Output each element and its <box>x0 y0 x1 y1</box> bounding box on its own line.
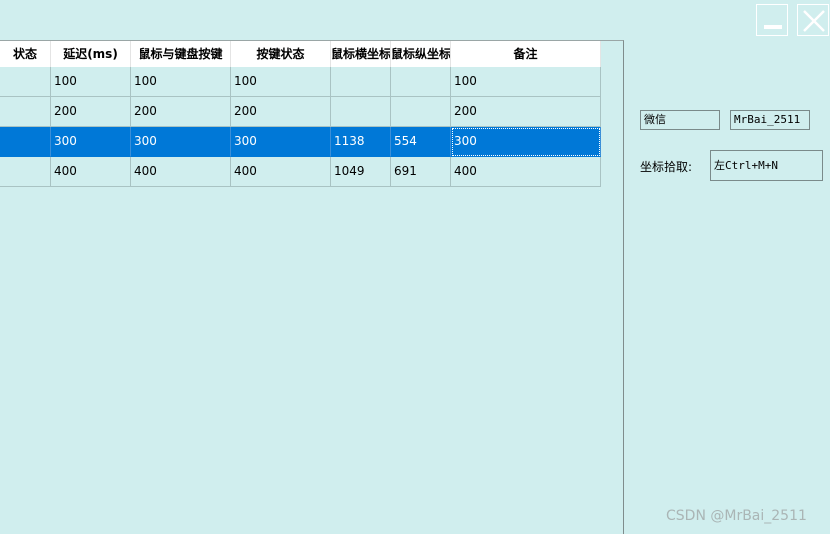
table-row[interactable]: 400 400 400 1049 691 400 <box>0 157 601 187</box>
cell-note[interactable]: 200 <box>451 97 601 127</box>
header-note[interactable]: 备注 <box>451 41 601 67</box>
cell-mouse-x[interactable]: 1049 <box>331 157 391 187</box>
minimize-button[interactable] <box>756 4 788 36</box>
cell-key-state[interactable]: 300 <box>231 127 331 157</box>
cell-mouse-x[interactable]: 1138 <box>331 127 391 157</box>
cell-status[interactable] <box>0 67 51 97</box>
cell-mouse-y[interactable] <box>391 67 451 97</box>
cell-note[interactable]: 400 <box>451 157 601 187</box>
side-panel: 微信 MrBai_2511 坐标拾取: 左Ctrl+M+N <box>630 40 830 534</box>
cell-mouse-x[interactable] <box>331 67 391 97</box>
wechat-label-box[interactable]: 微信 <box>640 110 720 130</box>
grid-rows: 100 100 100 100 200 200 200 200 300 300 … <box>0 67 601 187</box>
cell-note[interactable]: 300 <box>451 127 601 157</box>
header-key[interactable]: 鼠标与键盘按键 <box>131 41 231 67</box>
cell-key[interactable]: 300 <box>131 127 231 157</box>
cell-key[interactable]: 100 <box>131 67 231 97</box>
cell-delay[interactable]: 100 <box>51 67 131 97</box>
close-button[interactable] <box>797 4 829 36</box>
cell-delay[interactable]: 300 <box>51 127 131 157</box>
coordinate-pick-label: 坐标拾取: <box>640 160 693 174</box>
cell-note[interactable]: 100 <box>451 67 601 97</box>
grid-header: 状态 延迟(ms) 鼠标与键盘按键 按键状态 鼠标横坐标 鼠标纵坐标 备注 <box>0 41 601 67</box>
cell-mouse-y[interactable]: 691 <box>391 157 451 187</box>
table-row[interactable]: 100 100 100 100 <box>0 67 601 97</box>
wechat-id-box[interactable]: MrBai_2511 <box>730 110 810 130</box>
cell-mouse-x[interactable] <box>331 97 391 127</box>
coordinate-pick-hotkey[interactable]: 左Ctrl+M+N <box>710 150 823 181</box>
cell-mouse-y[interactable]: 554 <box>391 127 451 157</box>
header-delay[interactable]: 延迟(ms) <box>51 41 131 67</box>
cell-key-state[interactable]: 200 <box>231 97 331 127</box>
action-grid[interactable]: 状态 延迟(ms) 鼠标与键盘按键 按键状态 鼠标横坐标 鼠标纵坐标 备注 10… <box>0 40 624 534</box>
cell-key[interactable]: 200 <box>131 97 231 127</box>
cell-delay[interactable]: 400 <box>51 157 131 187</box>
minimize-icon <box>764 25 782 29</box>
cell-mouse-y[interactable] <box>391 97 451 127</box>
header-mouse-y[interactable]: 鼠标纵坐标 <box>391 41 451 67</box>
cell-key-state[interactable]: 100 <box>231 67 331 97</box>
watermark: CSDN @MrBai_2511 <box>666 508 807 524</box>
header-status[interactable]: 状态 <box>0 41 51 67</box>
header-mouse-x[interactable]: 鼠标横坐标 <box>331 41 391 67</box>
cell-status[interactable] <box>0 127 51 157</box>
table-row-selected[interactable]: 300 300 300 1138 554 300 <box>0 127 601 157</box>
cell-key[interactable]: 400 <box>131 157 231 187</box>
cell-status[interactable] <box>0 97 51 127</box>
cell-delay[interactable]: 200 <box>51 97 131 127</box>
cell-status[interactable] <box>0 157 51 187</box>
table-row[interactable]: 200 200 200 200 <box>0 97 601 127</box>
cell-key-state[interactable]: 400 <box>231 157 331 187</box>
close-icon <box>803 10 825 32</box>
header-key-state[interactable]: 按键状态 <box>231 41 331 67</box>
